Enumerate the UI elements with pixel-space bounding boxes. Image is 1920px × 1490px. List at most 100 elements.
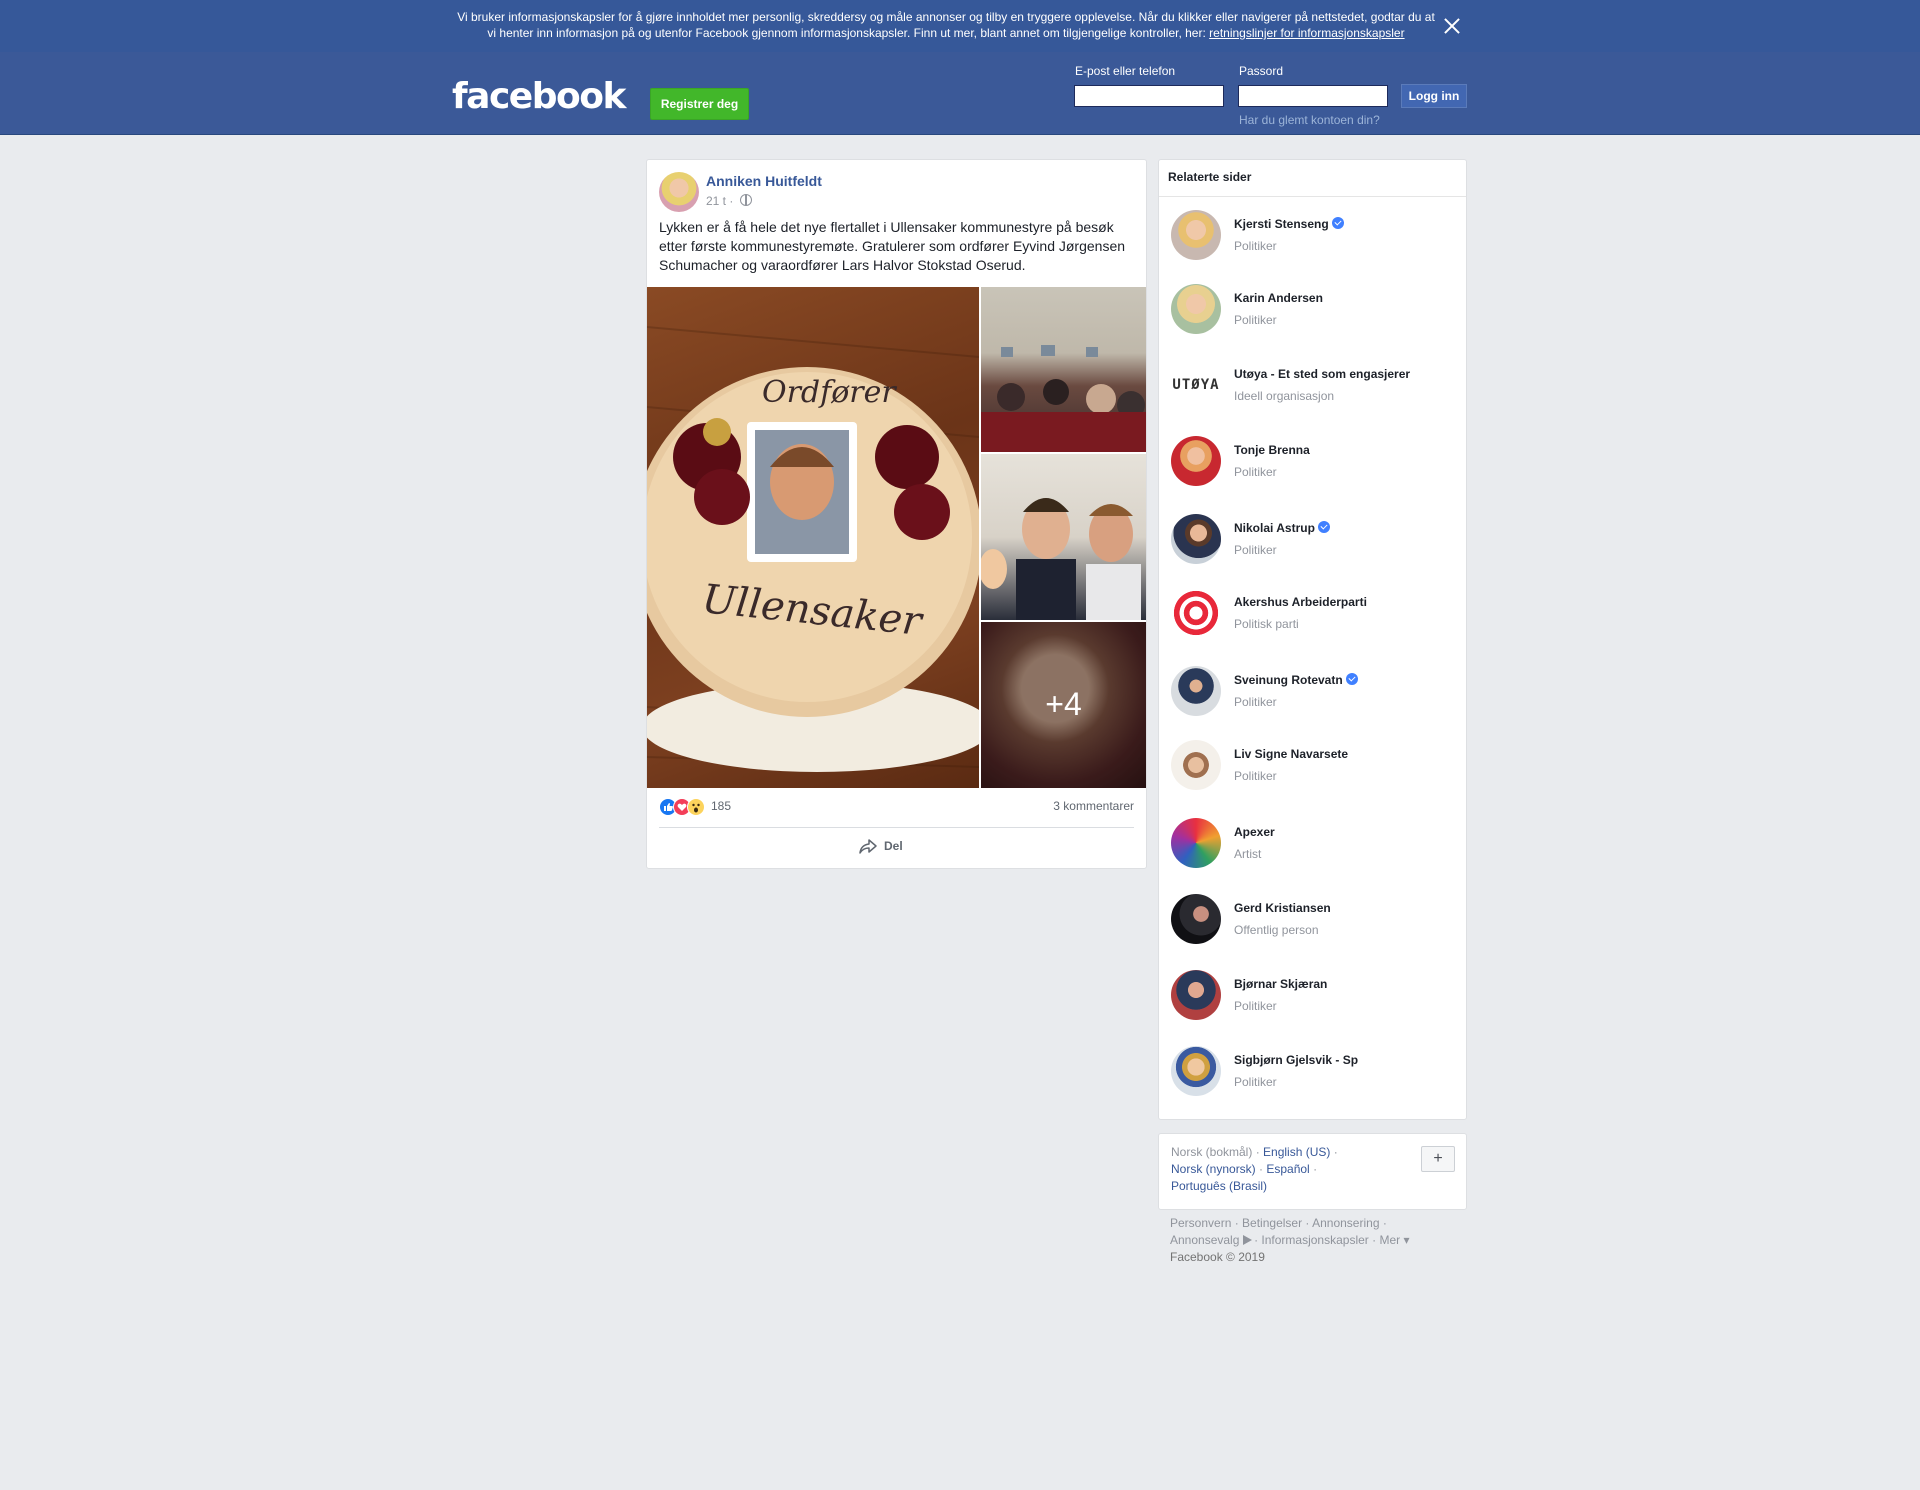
related-name[interactable]: Sigbjørn Gjelsvik - Sp <box>1234 1053 1358 1067</box>
related-category: Politiker <box>1234 999 1277 1013</box>
reaction-count[interactable]: 185 <box>711 799 731 813</box>
related-name[interactable]: Sveinung Rotevatn <box>1234 673 1358 687</box>
related-category: Politiker <box>1234 313 1277 327</box>
related-avatar[interactable] <box>1171 894 1221 944</box>
utoya-logo[interactable]: UTØYA <box>1171 360 1221 410</box>
share-button[interactable]: Del <box>859 839 903 854</box>
related-name[interactable]: Nikolai Astrup <box>1234 521 1330 535</box>
related-avatar[interactable] <box>1171 514 1221 564</box>
comments-count[interactable]: 3 kommentarer <box>1053 799 1134 813</box>
verified-icon <box>1317 521 1330 533</box>
related-pages-title: Relaterte sider <box>1168 170 1252 184</box>
related-avatar[interactable] <box>1171 666 1221 716</box>
related-category: Politisk parti <box>1234 617 1299 631</box>
login-button[interactable]: Logg inn <box>1401 84 1467 108</box>
post-text: Lykken er å få hele det nye flertallet i… <box>659 219 1126 273</box>
related-item[interactable]: Bjørnar Skjæran Politiker <box>1159 970 1466 1046</box>
related-item[interactable]: Karin Andersen Politiker <box>1159 284 1466 360</box>
related-avatar[interactable] <box>1171 970 1221 1020</box>
related-name[interactable]: Akershus Arbeiderparti <box>1234 595 1367 609</box>
related-name[interactable]: Bjørnar Skjæran <box>1234 977 1327 991</box>
post-card: Anniken Huitfeldt 21 t · Lykken er å få … <box>646 159 1147 869</box>
post-time[interactable]: 21 t <box>706 194 726 208</box>
cookie-policy-link[interactable]: retningslinjer for informasjonskapsler <box>1209 26 1404 40</box>
related-name[interactable]: Tonje Brenna <box>1234 443 1310 457</box>
related-item[interactable]: Sigbjørn Gjelsvik - Sp Politiker <box>1159 1046 1466 1122</box>
related-item[interactable]: Sveinung Rotevatn Politiker <box>1159 666 1466 742</box>
related-name[interactable]: Liv Signe Navarsete <box>1234 747 1348 761</box>
post-photo-main[interactable]: Ordfører Ullensaker <box>647 287 979 788</box>
post-meta: 21 t · <box>706 194 752 208</box>
post-photo-grid: Ordfører Ullensaker +4 <box>647 287 1146 788</box>
adchoices-icon <box>1242 1235 1252 1245</box>
related-item[interactable]: Tonje Brenna Politiker <box>1159 436 1466 512</box>
language-link[interactable]: Norsk (nynorsk) <box>1171 1162 1256 1176</box>
related-category: Artist <box>1234 847 1262 861</box>
password-field[interactable] <box>1238 85 1388 107</box>
related-avatar[interactable] <box>1171 740 1221 790</box>
meta-separator: · <box>726 194 737 208</box>
utoya-logo-text: UTØYA <box>1172 377 1220 393</box>
apexer-logo[interactable] <box>1171 818 1221 868</box>
related-divider <box>1159 196 1466 197</box>
related-avatar[interactable] <box>1171 284 1221 334</box>
related-pages-panel: Relaterte sider Kjersti Stenseng Politik… <box>1158 159 1467 1120</box>
related-category: Politiker <box>1234 769 1277 783</box>
related-item[interactable]: Nikolai Astrup Politiker <box>1159 514 1466 590</box>
post-author-name[interactable]: Anniken Huitfeldt <box>706 173 822 189</box>
cake-photo: Ordfører Ullensaker <box>647 326 979 772</box>
post-photo-3[interactable] <box>981 454 1146 620</box>
language-link[interactable]: English (US) <box>1263 1145 1330 1159</box>
related-category: Politiker <box>1234 239 1277 253</box>
related-category: Politiker <box>1234 695 1277 709</box>
related-category: Politiker <box>1234 1075 1277 1089</box>
related-item[interactable]: Gerd Kristiansen Offentlig person <box>1159 894 1466 970</box>
author-avatar[interactable] <box>659 172 699 212</box>
cookie-banner-text: Vi bruker informasjonskapsler for å gjør… <box>452 9 1440 41</box>
cookie-banner: Vi bruker informasjonskapsler for å gjør… <box>0 0 1920 53</box>
language-link[interactable]: Português (Brasil) <box>1171 1179 1267 1193</box>
footer-link[interactable]: Personvern <box>1170 1216 1231 1230</box>
related-category: Politiker <box>1234 543 1277 557</box>
close-icon[interactable] <box>1442 16 1462 36</box>
related-name[interactable]: Karin Andersen <box>1234 291 1323 305</box>
footer-link[interactable]: Annonsevalg <box>1170 1233 1239 1247</box>
related-avatar[interactable] <box>1171 1046 1221 1096</box>
share-icon <box>859 839 877 854</box>
related-item[interactable]: Apexer Artist <box>1159 818 1466 894</box>
add-language-button[interactable]: + <box>1421 1146 1455 1172</box>
related-avatar[interactable] <box>1171 210 1221 260</box>
wow-icon <box>687 798 705 816</box>
language-current: Norsk (bokmål) <box>1171 1145 1253 1159</box>
footer-link[interactable]: Mer <box>1379 1233 1400 1247</box>
language-link[interactable]: Español <box>1266 1162 1309 1176</box>
share-label: Del <box>884 839 903 853</box>
related-item[interactable]: Akershus Arbeiderparti Politisk parti <box>1159 588 1466 664</box>
verified-icon <box>1345 673 1358 685</box>
forgot-account-link[interactable]: Har du glemt kontoen din? <box>1239 113 1380 127</box>
related-avatar[interactable] <box>1171 436 1221 486</box>
related-category: Politiker <box>1234 465 1277 479</box>
post-photo-4[interactable]: +4 <box>981 622 1146 788</box>
register-button[interactable]: Registrer deg <box>650 88 749 120</box>
globe-icon <box>739 194 752 206</box>
related-name[interactable]: Apexer <box>1234 825 1275 839</box>
email-field[interactable] <box>1074 85 1224 107</box>
footer-link[interactable]: Betingelser <box>1242 1216 1302 1230</box>
related-item[interactable]: UTØYA Utøya - Et sted som engasjerer Ide… <box>1159 360 1466 436</box>
akershus-logo[interactable] <box>1171 588 1221 638</box>
related-name[interactable]: Utøya - Et sted som engasjerer <box>1234 367 1410 381</box>
footer-link[interactable]: Informasjonskapsler <box>1261 1233 1368 1247</box>
related-item[interactable]: Liv Signe Navarsete Politiker <box>1159 740 1466 816</box>
related-item[interactable]: Kjersti Stenseng Politiker <box>1159 210 1466 286</box>
email-label: E-post eller telefon <box>1075 64 1176 78</box>
language-selector: Norsk (bokmål) · English (US) · Norsk (n… <box>1158 1133 1467 1210</box>
related-name[interactable]: Gerd Kristiansen <box>1234 901 1331 915</box>
related-category: Ideell organisasjon <box>1234 389 1335 403</box>
facebook-logo[interactable]: facebook <box>452 76 626 117</box>
footer-link[interactable]: Annonsering <box>1312 1216 1379 1230</box>
verified-icon <box>1331 217 1344 229</box>
post-photo-2[interactable] <box>981 287 1146 452</box>
more-photos-count[interactable]: +4 <box>981 622 1146 788</box>
related-name[interactable]: Kjersti Stenseng <box>1234 217 1344 231</box>
